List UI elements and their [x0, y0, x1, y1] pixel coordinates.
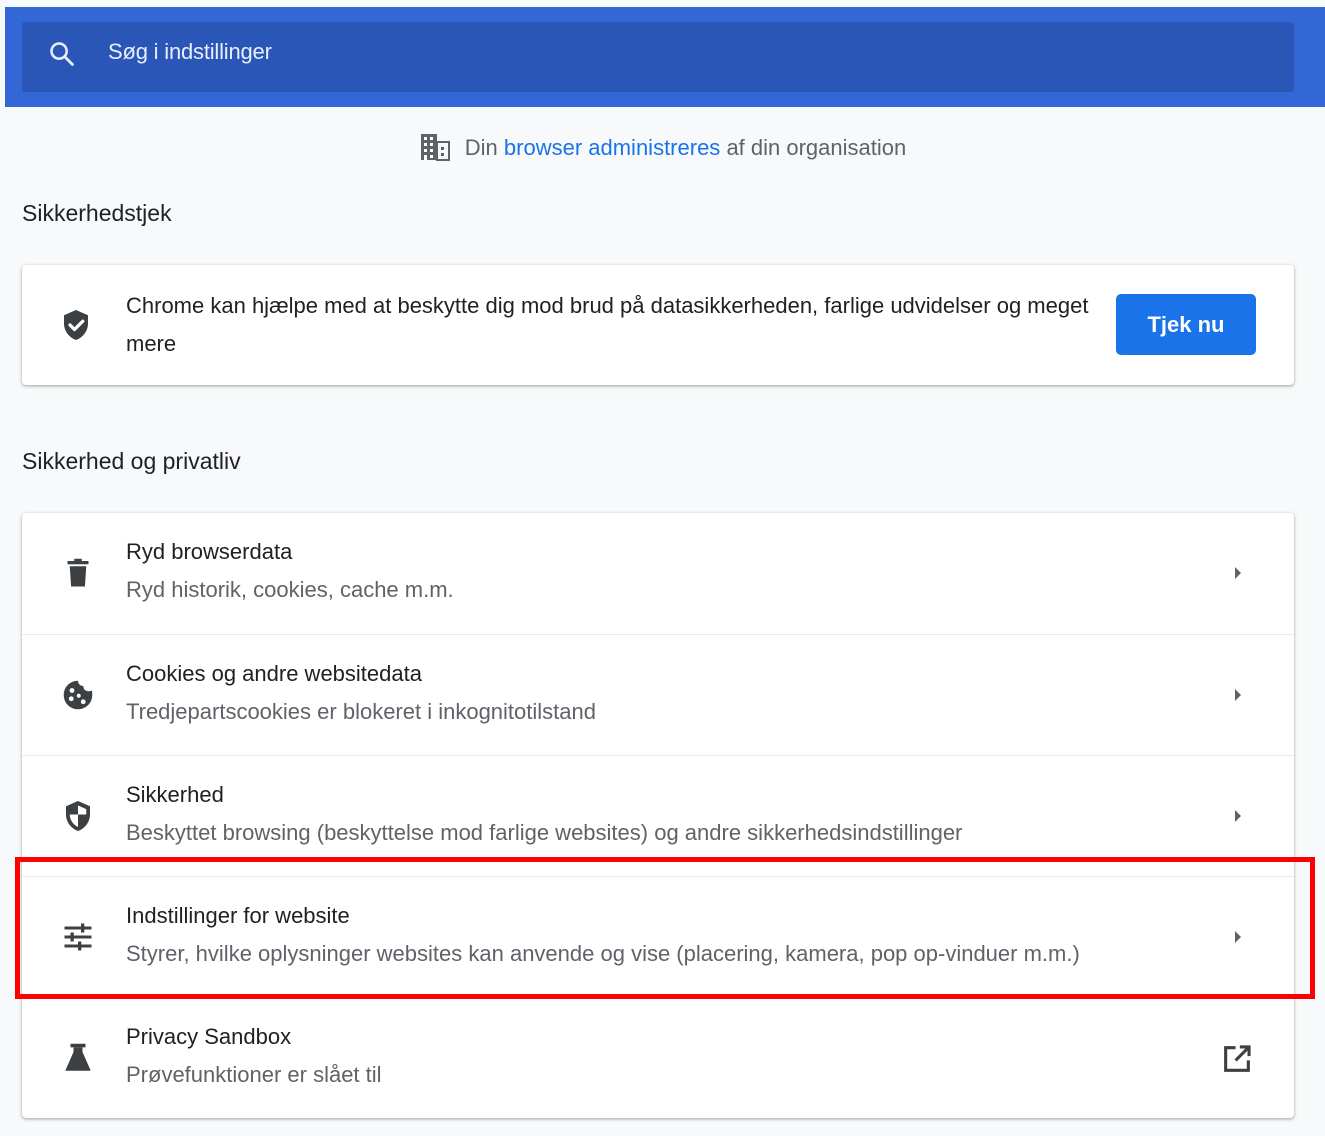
- sliders-icon: [64, 923, 92, 951]
- row-title: Indstillinger for website: [126, 903, 350, 928]
- privacy-row-security[interactable]: Sikkerhed Beskyttet browsing (beskyttels…: [22, 755, 1294, 877]
- row-subtitle: Ryd historik, cookies, cache m.m.: [126, 577, 454, 602]
- row-title: Sikkerhed: [126, 782, 224, 807]
- privacy-row-sandbox[interactable]: Privacy Sandbox Prøvefunktioner er slået…: [22, 997, 1294, 1119]
- cookie-icon: [63, 680, 93, 710]
- row-subtitle: Styrer, hvilke oplysninger websites kan …: [126, 941, 1080, 966]
- safety-check-card: Chrome kan hjælpe med at beskytte dig mo…: [22, 265, 1294, 385]
- row-title: Ryd browserdata: [126, 539, 293, 564]
- security-shield-icon: [66, 801, 90, 831]
- row-title: Privacy Sandbox: [126, 1024, 292, 1049]
- managed-notice: Din browser administreres af din organis…: [0, 132, 1325, 162]
- safety-check-title: Sikkerhedstjek: [22, 200, 172, 226]
- privacy-card: Ryd browserdata Ryd historik, cookies, c…: [22, 513, 1294, 1118]
- privacy-row-cookies[interactable]: Cookies og andre websitedata Tredjeparts…: [22, 634, 1294, 756]
- row-subtitle: Prøvefunktioner er slået til: [126, 1062, 382, 1087]
- search-placeholder[interactable]: Søg i indstillinger: [108, 39, 272, 65]
- arrow-right-icon[interactable]: [1228, 685, 1248, 705]
- privacy-section-title: Sikkerhed og privatliv: [22, 448, 241, 474]
- arrow-right-icon[interactable]: [1228, 563, 1248, 583]
- open-in-new-icon[interactable]: [1220, 1042, 1254, 1076]
- managed-link[interactable]: browser administreres: [504, 135, 720, 160]
- row-subtitle: Beskyttet browsing (beskyttelse mod farl…: [126, 820, 963, 845]
- managed-suffix: af din organisation: [726, 135, 907, 160]
- search-icon[interactable]: [48, 40, 76, 68]
- privacy-row-clear-data[interactable]: Ryd browserdata Ryd historik, cookies, c…: [22, 513, 1294, 634]
- arrow-right-icon[interactable]: [1228, 806, 1248, 826]
- building-icon: [420, 134, 450, 161]
- arrow-right-icon[interactable]: [1228, 927, 1248, 947]
- safety-check-description: Chrome kan hjælpe med at beskytte dig mo…: [126, 293, 1089, 356]
- shield-check-icon: [64, 310, 88, 340]
- trash-icon: [67, 558, 89, 587]
- privacy-row-site-settings[interactable]: Indstillinger for website Styrer, hvilke…: [22, 876, 1294, 998]
- row-title: Cookies og andre websitedata: [126, 661, 422, 686]
- check-now-button[interactable]: Tjek nu: [1116, 294, 1256, 355]
- managed-prefix: Din: [464, 135, 498, 160]
- row-subtitle: Tredjepartscookies er blokeret i inkogni…: [126, 699, 596, 724]
- settings-page: Søg i indstillinger Din browser administ…: [0, 0, 1325, 1136]
- flask-icon: [65, 1043, 91, 1071]
